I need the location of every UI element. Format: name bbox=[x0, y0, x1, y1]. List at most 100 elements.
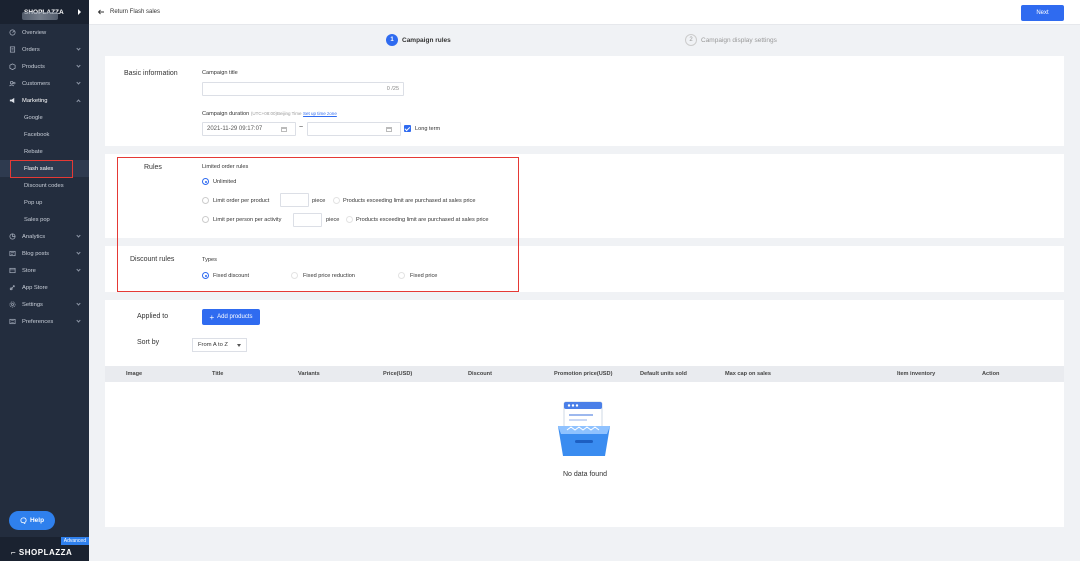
date-separator: ~ bbox=[299, 124, 304, 131]
sidebar-item-label: Discount codes bbox=[24, 182, 64, 189]
preferences-icon bbox=[9, 318, 16, 325]
sidebar-item-label: Analytics bbox=[22, 233, 46, 240]
chevron-down-icon bbox=[76, 250, 81, 255]
start-date-input[interactable]: 2021-11-29 09:17:07 bbox=[202, 122, 296, 136]
sidebar: SHOPLAZZA Overview Orders Products Custo… bbox=[0, 0, 89, 561]
chevron-down-icon bbox=[76, 46, 81, 51]
caret-down-icon bbox=[237, 344, 241, 347]
col-title: Title bbox=[212, 371, 224, 377]
top-bar: Return Flash sales Next bbox=[89, 0, 1080, 25]
col-action: Action bbox=[982, 371, 1000, 377]
sidebar-item-rebate[interactable]: Rebate bbox=[0, 143, 89, 160]
sidebar-item-marketing[interactable]: Marketing bbox=[0, 92, 89, 109]
marketing-icon bbox=[9, 97, 16, 104]
sidebar-item-label: Pop up bbox=[24, 199, 43, 206]
calendar-icon bbox=[386, 127, 392, 132]
step-label: Campaign display settings bbox=[701, 36, 777, 44]
sidebar-item-label: Overview bbox=[22, 29, 47, 36]
back-link[interactable]: Return Flash sales bbox=[97, 8, 160, 16]
col-image: Image bbox=[126, 371, 143, 377]
empty-box-illustration bbox=[558, 401, 610, 456]
store-switcher[interactable]: SHOPLAZZA bbox=[0, 0, 89, 24]
chevron-down-icon bbox=[76, 301, 81, 306]
sidebar-item-sales-pop[interactable]: Sales pop bbox=[0, 211, 89, 228]
sidebar-item-label: Products bbox=[22, 63, 45, 70]
start-date-value: 2021-11-29 09:17:07 bbox=[207, 126, 263, 132]
sidebar-item-store[interactable]: Store bbox=[0, 262, 89, 279]
sidebar-item-discount-codes[interactable]: Discount codes bbox=[0, 177, 89, 194]
chevron-down-icon bbox=[76, 233, 81, 238]
step-number: 1 bbox=[386, 34, 398, 46]
step-number: 2 bbox=[685, 34, 697, 46]
end-date-input[interactable] bbox=[307, 122, 401, 136]
back-label: Return Flash sales bbox=[110, 9, 161, 15]
shoplazza-logo: ⌐ SHOPLAZZA bbox=[11, 548, 73, 557]
overview-icon bbox=[9, 29, 16, 36]
sidebar-item-pop-up[interactable]: Pop up bbox=[0, 194, 89, 211]
timezone-text: (UTC+08:00)Beijing Time bbox=[250, 111, 302, 116]
add-products-label: Add products bbox=[217, 314, 253, 320]
sidebar-item-label: Google bbox=[24, 114, 43, 121]
sidebar-item-preferences[interactable]: Preferences bbox=[0, 313, 89, 330]
sidebar-item-label: Orders bbox=[22, 46, 40, 53]
app-store-icon bbox=[9, 284, 16, 291]
analytics-icon bbox=[9, 233, 16, 240]
sort-select[interactable]: From A to Z bbox=[192, 338, 247, 352]
flash-sales-highlight bbox=[10, 160, 73, 178]
sidebar-item-facebook[interactable]: Facebook bbox=[0, 126, 89, 143]
col-item-inventory: Item inventory bbox=[897, 371, 936, 377]
help-button[interactable]: Help bbox=[9, 511, 55, 530]
sidebar-item-google[interactable]: Google bbox=[0, 109, 89, 126]
sidebar-item-label: Preferences bbox=[22, 318, 54, 325]
chevron-down-icon bbox=[76, 318, 81, 323]
blog-icon bbox=[9, 250, 16, 257]
col-discount: Discount bbox=[468, 371, 492, 377]
sidebar-item-label: Marketing bbox=[22, 97, 48, 104]
calendar-icon bbox=[281, 127, 287, 132]
plus-icon: + bbox=[209, 312, 215, 322]
sidebar-item-settings[interactable]: Settings bbox=[0, 296, 89, 313]
sort-value: From A to Z bbox=[198, 342, 228, 348]
add-products-button[interactable]: + Add products bbox=[202, 309, 260, 325]
sidebar-item-blog-posts[interactable]: Blog posts bbox=[0, 245, 89, 262]
stepper: 1 Campaign rules 2 Campaign display sett… bbox=[89, 25, 1080, 55]
caret-right-icon bbox=[78, 9, 81, 15]
sidebar-item-orders[interactable]: Orders bbox=[0, 41, 89, 58]
basic-info-title: Basic information bbox=[124, 70, 178, 77]
chevron-up-icon bbox=[76, 99, 81, 104]
step-display-settings[interactable]: 2 Campaign display settings bbox=[685, 34, 777, 46]
sidebar-item-label: Rebate bbox=[24, 148, 43, 155]
sidebar-item-label: Blog posts bbox=[22, 250, 50, 257]
settings-icon bbox=[9, 301, 16, 308]
sidebar-item-products[interactable]: Products bbox=[0, 58, 89, 75]
sidebar-item-app-store[interactable]: App Store bbox=[0, 279, 89, 296]
col-variants: Variants bbox=[298, 371, 320, 377]
chat-bubble-icon bbox=[20, 517, 27, 524]
products-icon bbox=[9, 63, 16, 70]
blurred-store-url bbox=[22, 12, 58, 20]
duration-label: Campaign duration (UTC+08:00)Beijing Tim… bbox=[202, 111, 337, 117]
long-term-label: Long term bbox=[415, 126, 441, 132]
sidebar-footer: Advanced ⌐ SHOPLAZZA bbox=[0, 537, 89, 561]
step-campaign-rules[interactable]: 1 Campaign rules bbox=[386, 34, 451, 46]
long-term-checkbox[interactable] bbox=[404, 125, 411, 132]
sidebar-item-customers[interactable]: Customers bbox=[0, 75, 89, 92]
chevron-down-icon bbox=[76, 63, 81, 68]
plan-badge: Advanced bbox=[60, 537, 89, 545]
sidebar-item-overview[interactable]: Overview bbox=[0, 24, 89, 41]
sidebar-item-label: Settings bbox=[22, 301, 43, 308]
next-button[interactable]: Next bbox=[1021, 5, 1064, 21]
sidebar-item-label: App Store bbox=[22, 284, 48, 291]
sidebar-item-label: Facebook bbox=[24, 131, 50, 138]
campaign-title-input[interactable]: 0 /25 bbox=[202, 82, 404, 96]
col-price: Price(USD) bbox=[383, 371, 413, 377]
set-timezone-link[interactable]: Set up time zone bbox=[303, 111, 337, 116]
sidebar-item-label: Customers bbox=[22, 80, 51, 87]
help-label: Help bbox=[29, 517, 45, 524]
col-max-cap: Max cap on sales bbox=[725, 371, 772, 377]
campaign-title-label: Campaign title bbox=[202, 70, 238, 76]
customers-icon bbox=[9, 80, 16, 87]
step-label: Campaign rules bbox=[402, 36, 451, 44]
char-counter: 0 /25 bbox=[386, 86, 399, 92]
sidebar-item-analytics[interactable]: Analytics bbox=[0, 228, 89, 245]
